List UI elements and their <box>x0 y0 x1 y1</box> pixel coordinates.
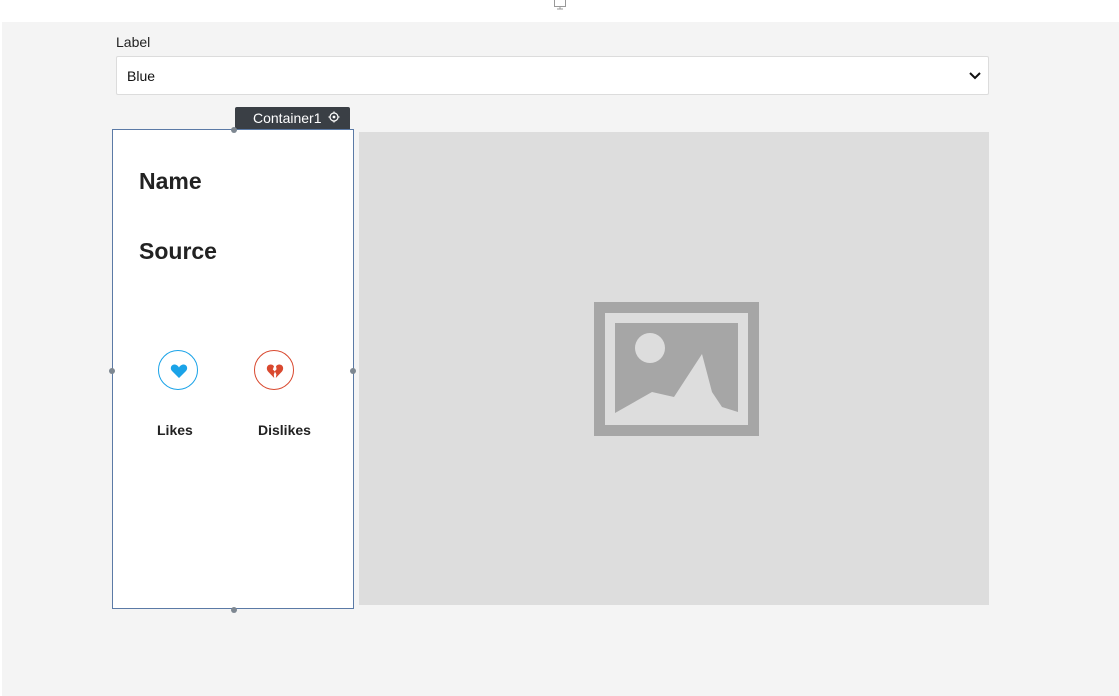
container-tag[interactable]: Container1 <box>235 107 350 129</box>
color-select[interactable]: Blue <box>116 56 989 95</box>
name-title: Name <box>139 168 202 194</box>
image-placeholder[interactable] <box>359 132 989 605</box>
container1[interactable]: Name Source Likes Dislikes <box>109 127 356 613</box>
image-placeholder-icon <box>594 302 759 436</box>
resize-handle-bottom[interactable] <box>231 607 237 613</box>
like-button[interactable] <box>158 350 198 390</box>
dislikes-label: Dislikes <box>258 422 311 438</box>
resize-handle-left[interactable] <box>109 368 115 374</box>
top-bar <box>0 0 1119 22</box>
chevron-down-icon <box>969 72 981 80</box>
container-tag-label: Container1 <box>253 110 322 126</box>
broken-heart-icon <box>266 364 284 378</box>
select-label: Label <box>116 34 151 50</box>
dislike-button[interactable] <box>254 350 294 390</box>
heart-icon <box>170 364 188 378</box>
source-title: Source <box>139 238 217 264</box>
resize-handle-right[interactable] <box>350 368 356 374</box>
likes-label: Likes <box>157 422 193 438</box>
resize-handle-top[interactable] <box>231 127 237 133</box>
monitor-icon <box>554 0 566 10</box>
gear-icon[interactable] <box>328 111 340 123</box>
select-value: Blue <box>127 68 156 84</box>
